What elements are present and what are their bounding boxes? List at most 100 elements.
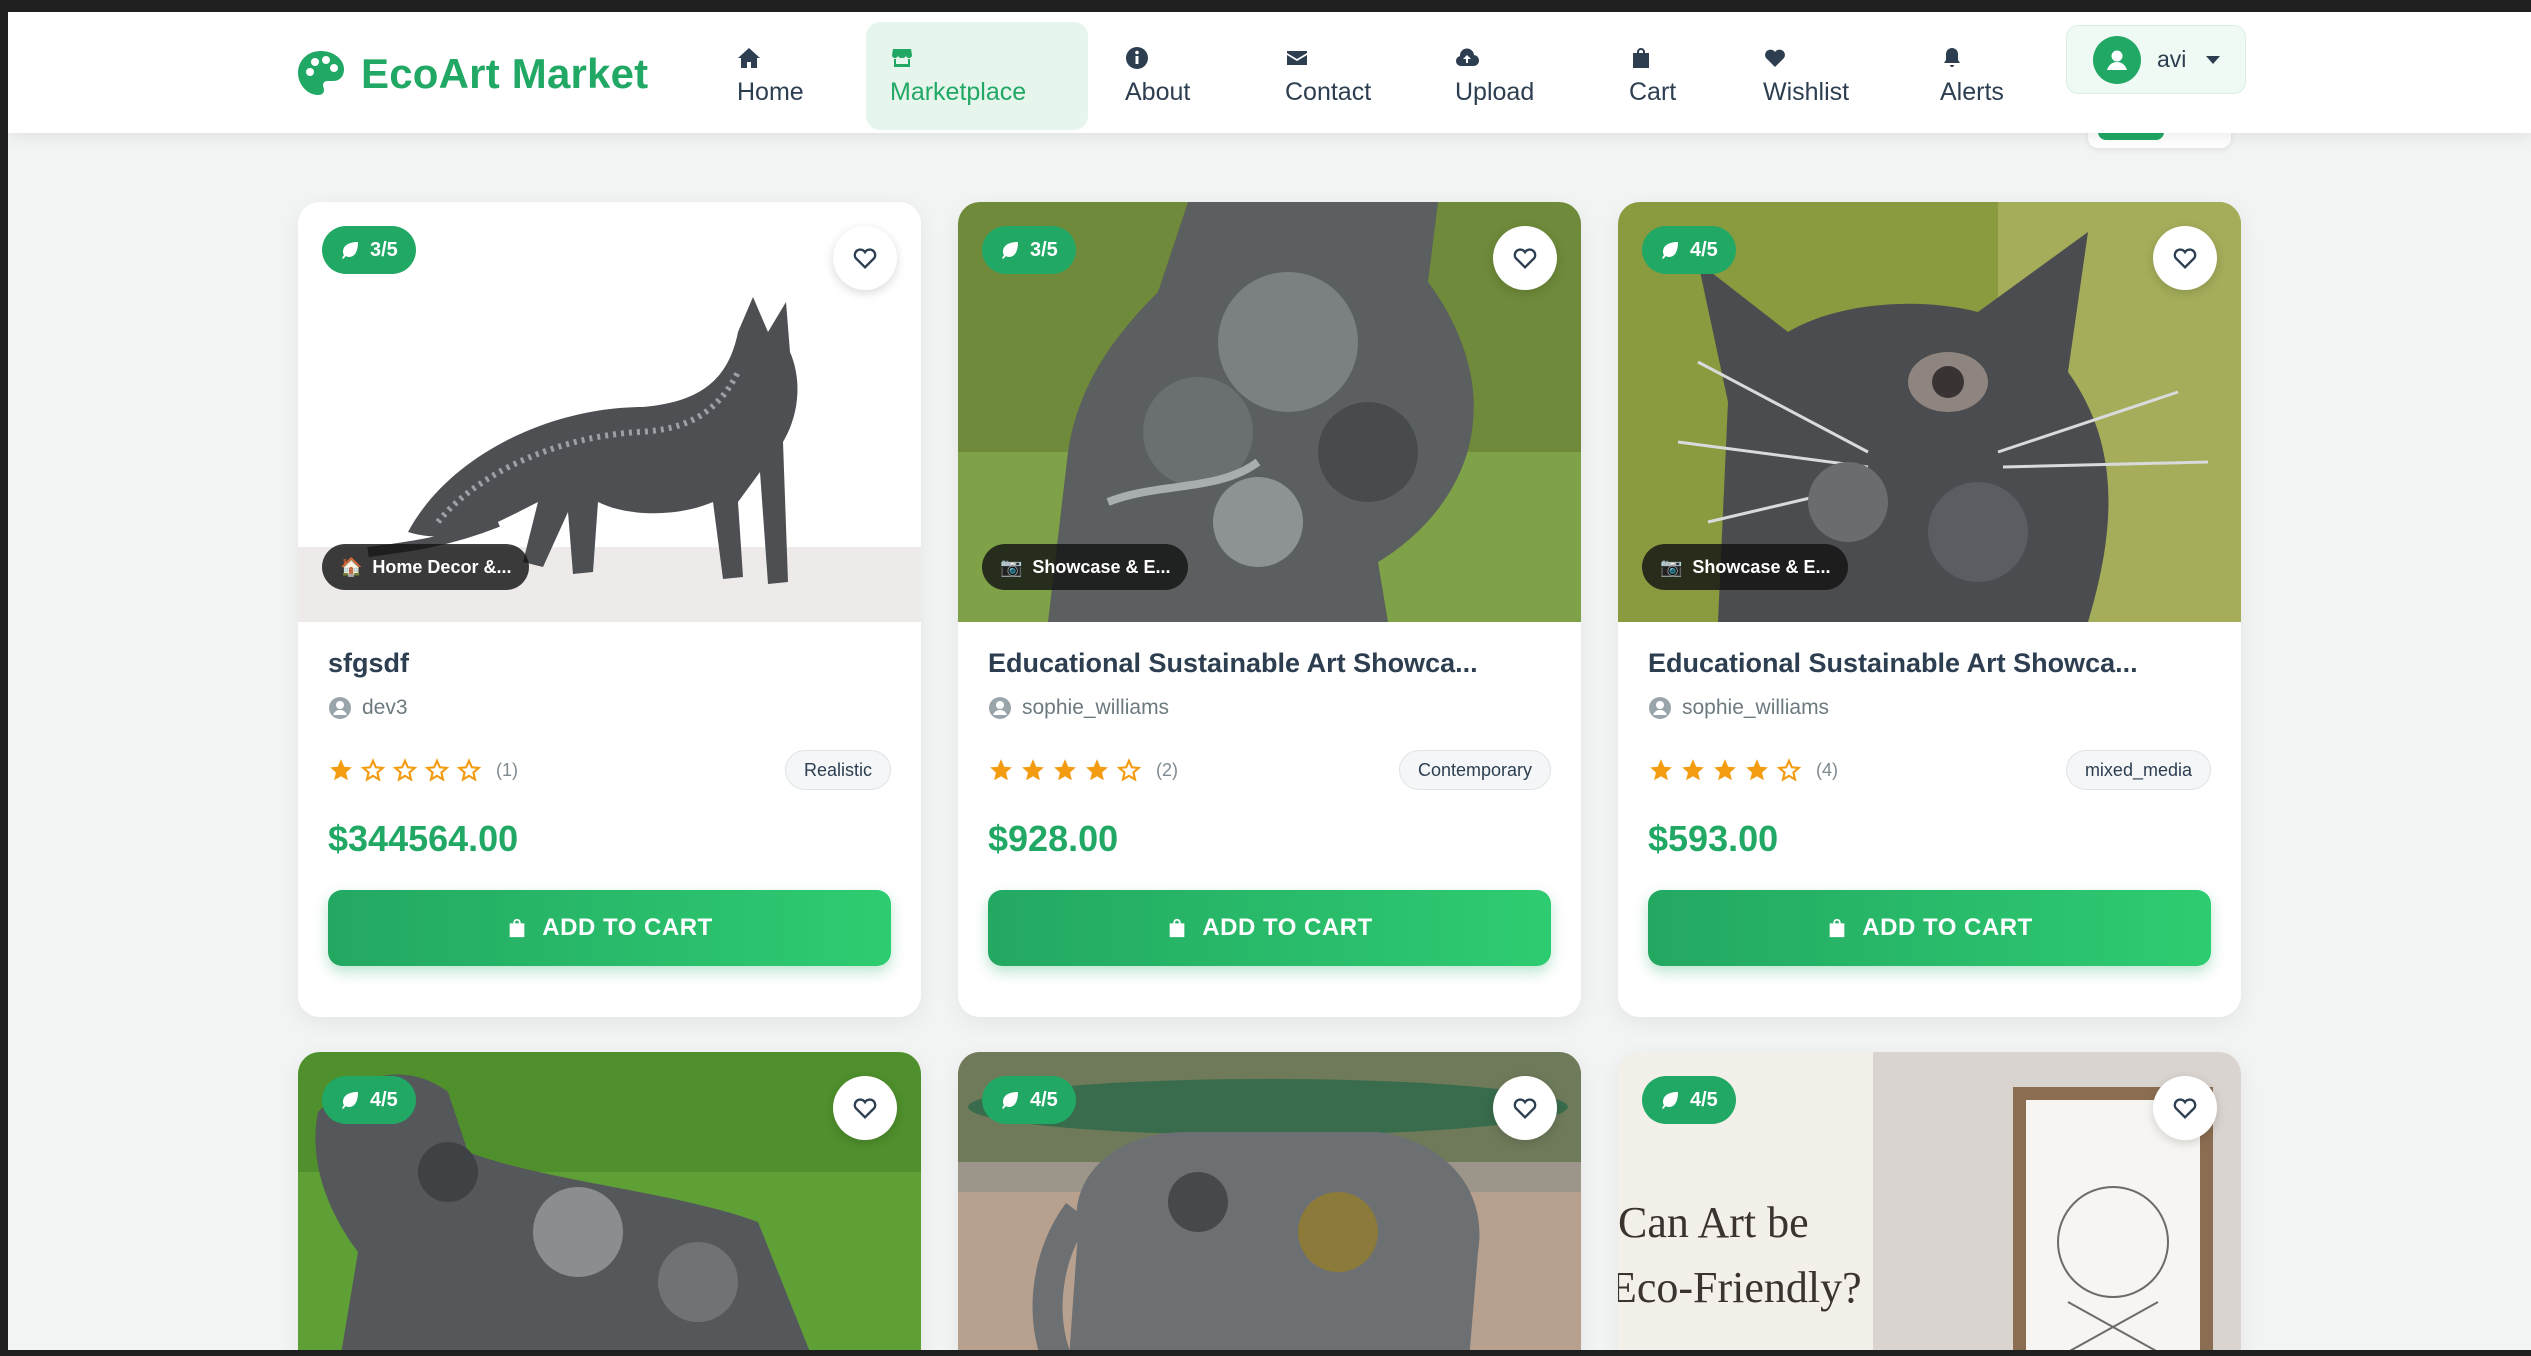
add-to-cart-label: ADD TO CART — [542, 914, 713, 941]
heart-outline-icon — [1513, 248, 1537, 269]
artist-name: sophie_williams — [1022, 696, 1170, 719]
cloud-upload-icon — [1456, 48, 1479, 66]
nav-home[interactable]: Home — [713, 22, 828, 130]
product-price: $344564.00 — [328, 818, 519, 859]
add-to-cart-button[interactable]: ADD TO CART — [328, 890, 891, 966]
product-title[interactable]: Educational Sustainable Art Showca... — [1648, 648, 2211, 684]
eco-score-badge: 4/5 — [322, 1076, 416, 1124]
rating-count: (4) — [1816, 759, 1838, 780]
eco-score-value: 4/5 — [1030, 1088, 1058, 1111]
heart-outline-icon — [2173, 248, 2197, 269]
user-circle-icon — [2093, 35, 2141, 84]
wishlist-button[interactable] — [2153, 226, 2217, 290]
artist-row[interactable]: dev3 — [328, 696, 891, 720]
star-empty-icon — [1116, 758, 1142, 782]
star-filled-icon — [1650, 759, 1672, 781]
wishlist-button[interactable] — [2153, 1076, 2217, 1140]
star-empty-icon — [1776, 758, 1802, 782]
category-chip: 🏠 Home Decor &... — [322, 544, 530, 590]
product-title[interactable]: sfgsdf — [328, 648, 891, 684]
eco-score-value: 4/5 — [1690, 1088, 1718, 1111]
shopping-bag-icon — [1633, 47, 1649, 68]
user-menu-dropdown[interactable]: avi — [2066, 25, 2246, 94]
product-card: 3/5 🏠 Home Decor &... sfgsdf dev3 (1) Re… — [298, 202, 921, 1017]
product-card: 4/5 📷 Showcase & E... Educational Sustai… — [1618, 202, 2241, 1017]
star-filled-icon — [1022, 759, 1044, 781]
product-price: $593.00 — [1648, 818, 1779, 859]
leaf-icon — [342, 1092, 358, 1109]
product-card: 4/5 — [298, 1052, 921, 1350]
artist-row[interactable]: sophie_williams — [1648, 696, 2211, 720]
leaf-icon — [1662, 1092, 1678, 1109]
style-tag: Contemporary — [1398, 750, 1551, 790]
product-image[interactable]: 4/5 — [298, 1052, 921, 1350]
star-filled-icon — [1086, 759, 1108, 781]
nav-cart[interactable]: Cart — [1605, 22, 1700, 130]
category-label: Showcase & E... — [1692, 556, 1831, 577]
camera-icon: 📷 — [1000, 556, 1023, 577]
brand-logo[interactable]: EcoArt Market — [295, 45, 648, 103]
product-image[interactable]: 3/5 📷 Showcase & E... — [958, 202, 1581, 622]
leaf-icon — [1002, 242, 1018, 259]
leaf-icon — [342, 242, 358, 259]
nav-contact[interactable]: Contact — [1261, 22, 1395, 130]
product-image[interactable]: 4/5 📷 Showcase & E... — [1618, 202, 2241, 622]
add-to-cart-button[interactable]: ADD TO CART — [1648, 890, 2211, 966]
product-card: 3/5 📷 Showcase & E... Educational Sustai… — [958, 202, 1581, 1017]
star-filled-icon — [990, 759, 1012, 781]
nav-contact-label: Contact — [1285, 77, 1372, 106]
product-image[interactable]: 3/5 🏠 Home Decor &... — [298, 202, 921, 622]
user-circle-icon — [329, 697, 351, 719]
star-empty-icon — [456, 758, 482, 782]
eco-score-badge: 4/5 — [1642, 1076, 1736, 1124]
rating-count: (1) — [496, 759, 518, 780]
nav-home-label: Home — [737, 77, 804, 106]
nav-upload[interactable]: Upload — [1431, 22, 1558, 130]
star-filled-icon — [1714, 759, 1736, 781]
eco-score-badge: 3/5 — [322, 226, 416, 274]
artist-row[interactable]: sophie_williams — [988, 696, 1551, 720]
palette-icon — [298, 51, 344, 95]
nav-about-label: About — [1125, 77, 1191, 106]
camera-icon: 📷 — [1660, 556, 1683, 577]
product-title[interactable]: Educational Sustainable Art Showca... — [988, 648, 1551, 684]
star-empty-icon — [392, 758, 418, 782]
category-chip: 📷 Showcase & E... — [982, 544, 1189, 590]
star-filled-icon — [1746, 759, 1768, 781]
nav-wishlist[interactable]: Wishlist — [1739, 22, 1873, 130]
product-image[interactable]: 4/5 — [958, 1052, 1581, 1350]
nav-wishlist-label: Wishlist — [1763, 77, 1850, 106]
nav-upload-label: Upload — [1455, 77, 1535, 106]
category-label: Showcase & E... — [1032, 556, 1171, 577]
nav-alerts-label: Alerts — [1940, 77, 2004, 106]
eco-score-badge: 4/5 — [982, 1076, 1076, 1124]
star-rating: (2) — [988, 757, 1178, 783]
heart-outline-icon — [2173, 1098, 2197, 1119]
wishlist-button[interactable] — [833, 226, 897, 290]
poster-text-line-1: Can Art be — [1618, 1198, 1809, 1247]
nav-alerts[interactable]: Alerts — [1916, 22, 2028, 130]
eco-score-value: 4/5 — [1690, 238, 1718, 261]
store-icon — [892, 48, 912, 67]
add-to-cart-button[interactable]: ADD TO CART — [988, 890, 1551, 966]
nav-marketplace[interactable]: Marketplace — [866, 22, 1088, 130]
wishlist-button[interactable] — [1493, 1076, 1557, 1140]
wishlist-button[interactable] — [833, 1076, 897, 1140]
shopping-bag-icon — [509, 918, 525, 938]
nav-marketplace-label: Marketplace — [890, 77, 1027, 106]
product-image[interactable]: Can Art be Eco-Friendly? 4/5 — [1618, 1052, 2241, 1350]
style-tag: Realistic — [784, 750, 891, 790]
star-filled-icon — [330, 759, 352, 781]
category-label: Home Decor &... — [372, 556, 512, 577]
heart-outline-icon — [853, 248, 877, 269]
home-icon — [738, 47, 760, 68]
chevron-down-icon — [2206, 55, 2221, 64]
nav-about[interactable]: About — [1101, 22, 1214, 130]
star-filled-icon — [1682, 759, 1704, 781]
user-circle-icon — [989, 697, 1011, 719]
artist-name: dev3 — [362, 696, 408, 719]
browser-viewport: EcoArt Market Home Marketplace About Con… — [8, 12, 2531, 1350]
wishlist-button[interactable] — [1493, 226, 1557, 290]
bell-icon — [1944, 47, 1960, 67]
leaf-icon — [1662, 242, 1678, 259]
